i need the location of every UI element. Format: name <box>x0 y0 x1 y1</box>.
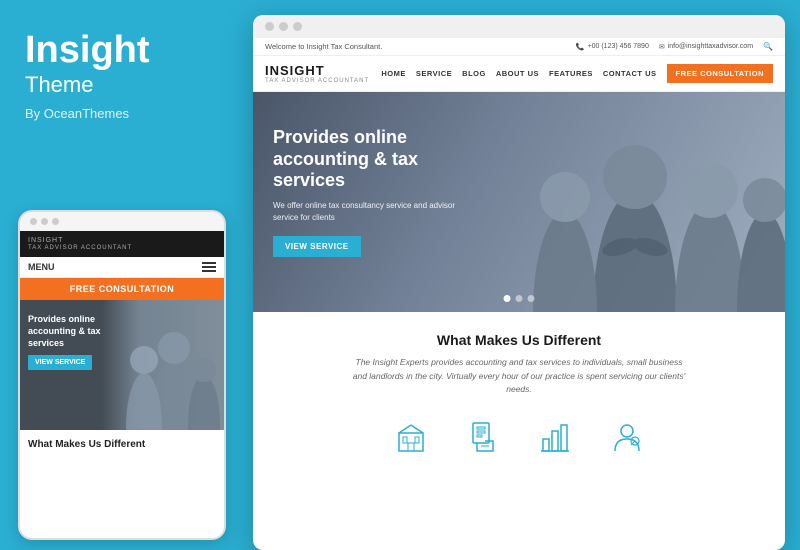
carousel-dot-3[interactable] <box>528 295 535 302</box>
mobile-hero-text: Provides online accounting & tax service… <box>28 314 128 349</box>
mobile-hero: Provides online accounting & tax service… <box>20 300 224 430</box>
nav-contact[interactable]: CONTACT US <box>603 69 657 78</box>
hero-view-service-button[interactable]: VIEW SERVICE <box>273 236 361 257</box>
hero-title: Provides online accounting & tax service… <box>273 127 463 192</box>
topbar-right: 📞 +00 (123) 456 7890 ✉ info@insighttaxad… <box>576 42 773 51</box>
search-icon[interactable]: 🔍 <box>763 42 773 51</box>
phone-icon: 📞 <box>576 43 585 51</box>
hero-description: We offer online tax consultancy service … <box>273 200 463 224</box>
desktop-hero: Provides online accounting & tax service… <box>253 92 785 312</box>
desktop-wmd-section: What Makes Us Different The Insight Expe… <box>253 312 785 465</box>
person-icon <box>611 421 643 453</box>
mobile-view-service-button[interactable]: VIEW SERVICE <box>28 355 92 370</box>
desktop-dot-1 <box>265 22 274 31</box>
mobile-dot-2 <box>41 218 48 225</box>
nav-home[interactable]: HOME <box>381 69 406 78</box>
mobile-nav: INSIGHT TAX ADVISOR ACCOUNTANT <box>20 231 224 257</box>
topbar-phone: 📞 +00 (123) 456 7890 <box>576 43 649 51</box>
nav-blog[interactable]: BLOG <box>462 69 486 78</box>
mobile-bottom: What Makes Us Different <box>20 430 224 459</box>
topbar-welcome: Welcome to Insight Tax Consultant. <box>265 42 382 51</box>
left-panel: Insight Theme By OceanThemes INSIGHT TAX… <box>0 0 245 550</box>
hamburger-icon <box>202 262 216 272</box>
mobile-logo: INSIGHT TAX ADVISOR ACCOUNTANT <box>28 237 132 251</box>
email-icon: ✉ <box>659 43 665 51</box>
hamburger-line-2 <box>202 266 216 268</box>
wmd-icon-document <box>467 421 499 453</box>
desktop-mockup: Welcome to Insight Tax Consultant. 📞 +00… <box>253 15 785 550</box>
mobile-menu-bar: MENU <box>20 257 224 278</box>
mobile-menu-label: MENU <box>28 262 55 272</box>
brand-subtitle: Theme <box>25 72 220 98</box>
wmd-description: The Insight Experts provides accounting … <box>349 356 689 397</box>
desktop-topbar: Welcome to Insight Tax Consultant. 📞 +00… <box>253 38 785 56</box>
mobile-dots <box>20 212 224 231</box>
nav-about[interactable]: ABOUT US <box>496 69 539 78</box>
wmd-title: What Makes Us Different <box>273 332 765 348</box>
desktop-nav: INSIGHT TAX ADVISOR ACCOUNTANT HOME SERV… <box>253 56 785 92</box>
desktop-hero-content: Provides online accounting & tax service… <box>253 92 483 292</box>
by-line: By OceanThemes <box>25 106 220 121</box>
carousel-dot-2[interactable] <box>516 295 523 302</box>
mobile-mockup: INSIGHT TAX ADVISOR ACCOUNTANT MENU FREE… <box>18 210 226 540</box>
desktop-dot-2 <box>279 22 288 31</box>
mobile-dot-1 <box>30 218 37 225</box>
mobile-dot-3 <box>52 218 59 225</box>
topbar-email: ✉ info@insighttaxadvisor.com <box>659 43 753 51</box>
carousel-dot-1[interactable] <box>504 295 511 302</box>
chart-icon <box>539 421 571 453</box>
building-icon <box>395 421 427 453</box>
wmd-icon-person <box>611 421 643 453</box>
desktop-hero-people <box>445 92 785 312</box>
desktop-nav-links: HOME SERVICE BLOG ABOUT US FEATURES CONT… <box>381 64 773 83</box>
nav-cta-button[interactable]: FREE CONSULTATION <box>667 64 774 83</box>
hero-carousel-dots <box>504 295 535 302</box>
document-icon <box>467 421 499 453</box>
nav-features[interactable]: FEATURES <box>549 69 593 78</box>
desktop-dot-3 <box>293 22 302 31</box>
mobile-bottom-title: What Makes Us Different <box>28 438 216 451</box>
wmd-icons-row <box>273 413 765 453</box>
desktop-window-dots <box>253 15 785 38</box>
brand-title: Insight <box>25 30 220 72</box>
mobile-cta-button[interactable]: FREE CONSULTATION <box>20 278 224 300</box>
desktop-logo: INSIGHT TAX ADVISOR ACCOUNTANT <box>265 63 369 84</box>
wmd-icon-building <box>395 421 427 453</box>
nav-service[interactable]: SERVICE <box>416 69 452 78</box>
wmd-icon-chart <box>539 421 571 453</box>
hamburger-line-1 <box>202 262 216 264</box>
hamburger-line-3 <box>202 270 216 272</box>
